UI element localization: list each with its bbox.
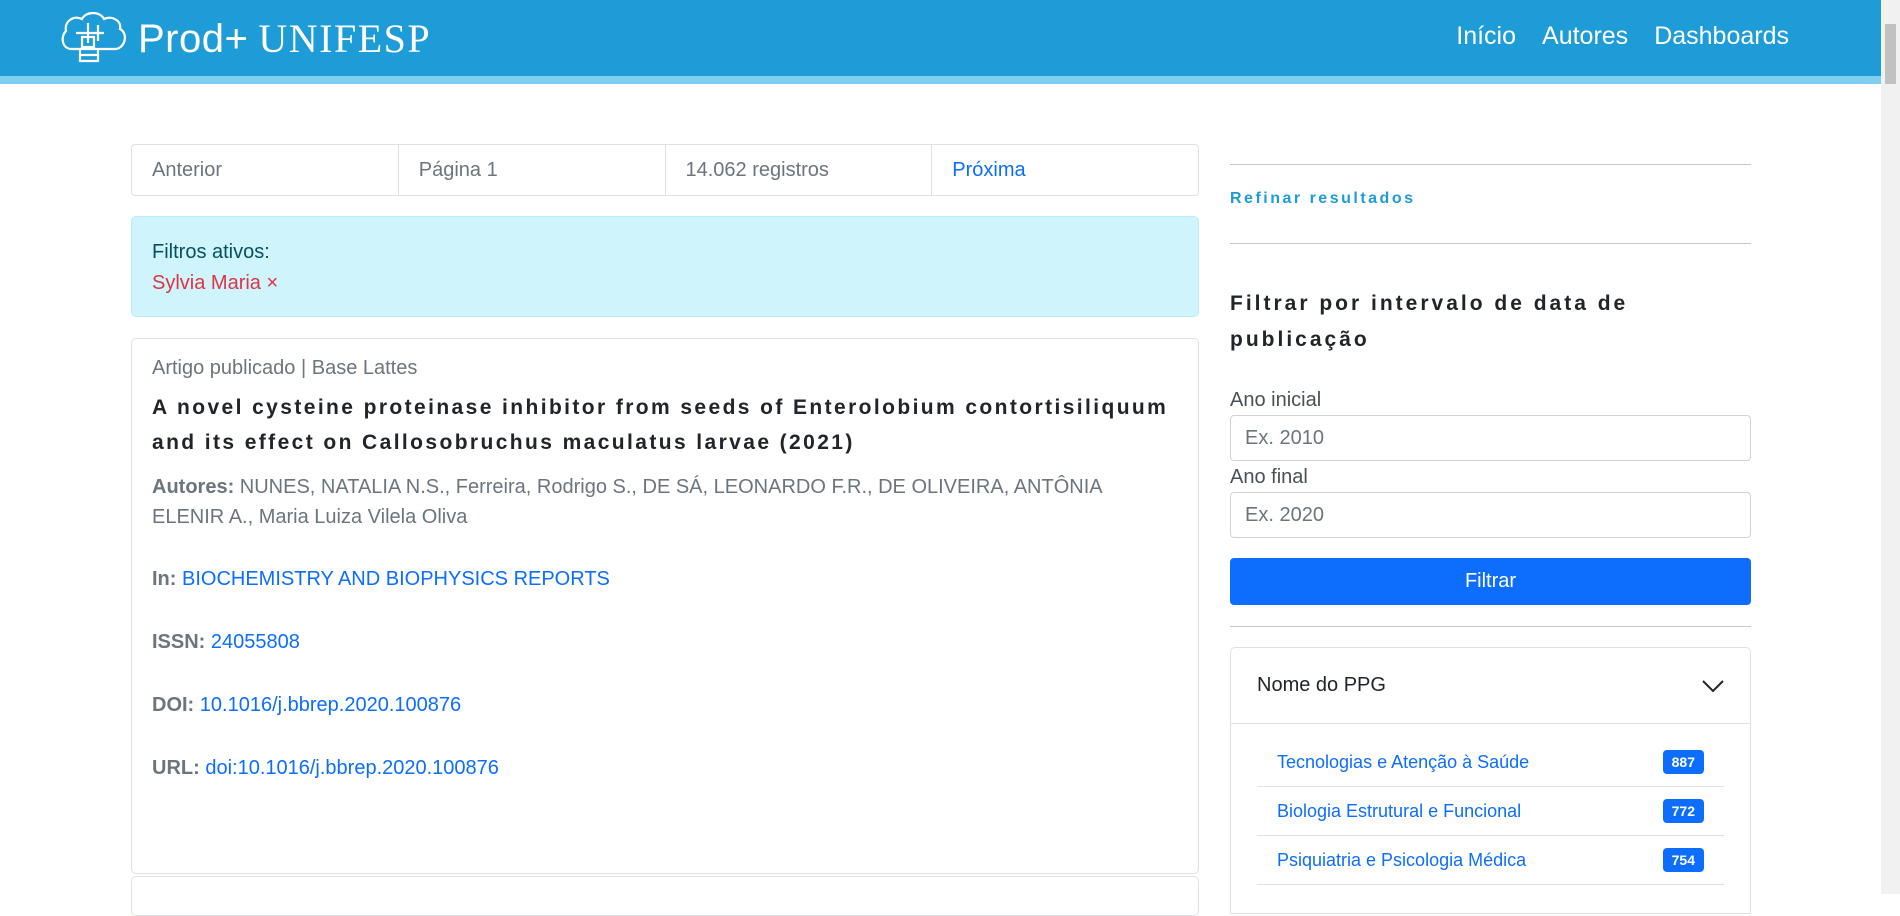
- sidebar-divider: [1230, 243, 1751, 244]
- top-navbar: Prod+ UNIFESP Início Autores Dashboards: [0, 0, 1881, 84]
- brain-logo-icon: [61, 11, 126, 63]
- ppg-count-badge: 887: [1662, 750, 1704, 774]
- ppg-accordion-header[interactable]: Nome do PPG: [1230, 647, 1751, 724]
- ppg-item-link[interactable]: Biologia Estrutural e Funcional: [1277, 801, 1521, 822]
- main-nav: Início Autores Dashboards: [1456, 22, 1789, 51]
- authors-label: Autores:: [152, 476, 235, 498]
- ppg-item-link[interactable]: Psiquiatria e Psicologia Médica: [1277, 850, 1526, 871]
- record-meta: Artigo publicado | Base Lattes: [152, 357, 418, 379]
- ppg-item: Biologia Estrutural e Funcional 772: [1257, 787, 1724, 836]
- filter-button[interactable]: Filtrar: [1230, 558, 1751, 605]
- active-filters-alert: Filtros ativos: Sylvia Maria ×: [131, 216, 1199, 317]
- pagination-page: Página 1: [399, 145, 666, 195]
- start-year-label: Ano inicial: [1230, 389, 1322, 411]
- brand-logo[interactable]: Prod+ UNIFESP: [58, 8, 431, 68]
- nav-dashboards[interactable]: Dashboards: [1654, 22, 1789, 51]
- sidebar-divider: [1230, 626, 1751, 627]
- pagination-records: 14.062 registros: [666, 145, 933, 195]
- issn-link[interactable]: 24055808: [211, 631, 300, 653]
- next-record-card: [131, 876, 1199, 916]
- scrollbar-thumb[interactable]: [1885, 24, 1896, 84]
- url-label: URL:: [152, 757, 200, 779]
- record-authors: Autores: NUNES, NATALIA N.S., Ferreira, …: [152, 472, 1178, 532]
- pagination-next[interactable]: Próxima: [932, 145, 1198, 195]
- ppg-count-badge: 772: [1662, 799, 1704, 823]
- brand-org: UNIFESP: [258, 15, 432, 61]
- in-link[interactable]: BIOCHEMISTRY AND BIOPHYSICS REPORTS: [182, 568, 610, 590]
- record-url: URL: doi:10.1016/j.bbrep.2020.100876: [152, 757, 1178, 780]
- ppg-item: Psiquiatria e Psicologia Médica 754: [1257, 836, 1724, 885]
- end-year-input[interactable]: [1230, 492, 1751, 538]
- record-doi: DOI: 10.1016/j.bbrep.2020.100876: [152, 694, 1178, 717]
- ppg-count-badge: 754: [1662, 848, 1704, 872]
- issn-label: ISSN:: [152, 631, 206, 653]
- ppg-list: Tecnologias e Atenção à Saúde 887 Biolog…: [1230, 724, 1751, 914]
- record-card: Artigo publicado | Base Lattes A novel c…: [131, 338, 1199, 874]
- record-title: A novel cysteine proteinase inhibitor fr…: [152, 396, 1169, 454]
- authors-value: NUNES, NATALIA N.S., Ferreira, Rodrigo S…: [152, 476, 1102, 528]
- ppg-item-link[interactable]: Tecnologias e Atenção à Saúde: [1277, 752, 1529, 773]
- ppg-heading: Nome do PPG: [1257, 674, 1386, 696]
- record-in: In: BIOCHEMISTRY AND BIOPHYSICS REPORTS: [152, 568, 1178, 591]
- in-label: In:: [152, 568, 177, 590]
- start-year-input[interactable]: [1230, 415, 1751, 461]
- ppg-item: Tecnologias e Atenção à Saúde 887: [1257, 738, 1724, 787]
- brand-name: Prod+: [138, 16, 249, 61]
- pagination-previous[interactable]: Anterior: [132, 145, 399, 195]
- doi-label: DOI:: [152, 694, 195, 716]
- doi-link[interactable]: 10.1016/j.bbrep.2020.100876: [200, 694, 461, 716]
- end-year-label: Ano final: [1230, 466, 1308, 488]
- sidebar-divider: [1230, 164, 1751, 165]
- refine-heading: Refinar resultados: [1230, 190, 1416, 207]
- date-filter-title: Filtrar por intervalo de data de publica…: [1230, 292, 1629, 351]
- active-filter-tag[interactable]: Sylvia Maria ×: [152, 272, 1178, 295]
- brand-text: Prod+ UNIFESP: [138, 15, 431, 62]
- nav-autores[interactable]: Autores: [1542, 22, 1628, 51]
- active-filters-label: Filtros ativos:: [152, 241, 270, 263]
- scrollbar[interactable]: [1881, 0, 1900, 894]
- chevron-down-icon: [1702, 679, 1724, 692]
- nav-inicio[interactable]: Início: [1456, 22, 1516, 51]
- url-link[interactable]: doi:10.1016/j.bbrep.2020.100876: [205, 757, 499, 779]
- pagination: Anterior Página 1 14.062 registros Próxi…: [131, 144, 1199, 196]
- record-issn: ISSN: 24055808: [152, 631, 1178, 654]
